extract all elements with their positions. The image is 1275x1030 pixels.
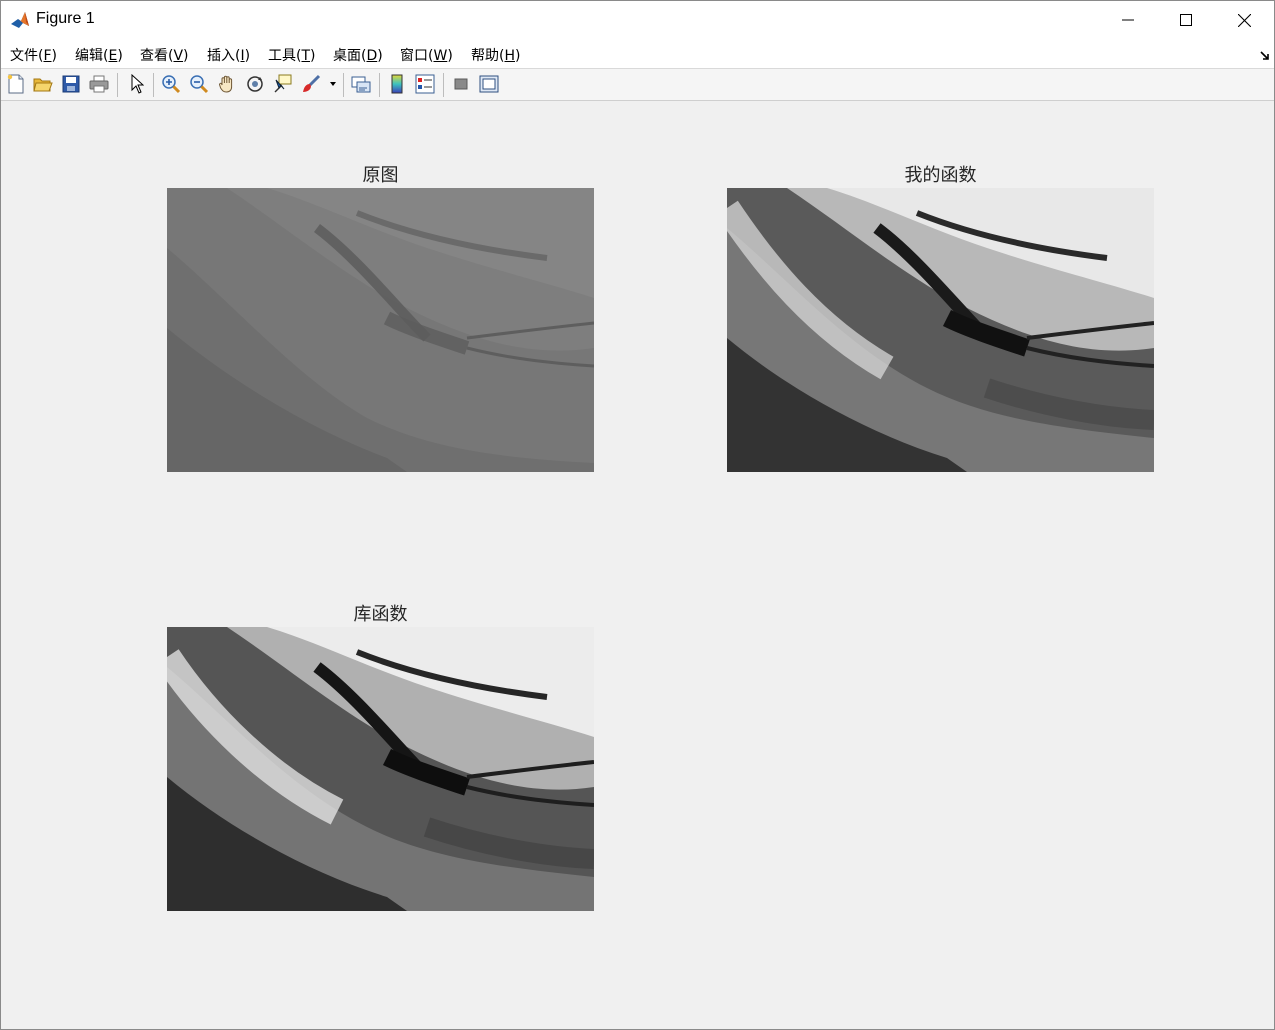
pan-hand-icon[interactable]	[216, 73, 238, 95]
colorbar-icon[interactable]	[386, 73, 408, 95]
new-figure-icon[interactable]	[5, 73, 27, 95]
toolbar-separator	[153, 73, 154, 97]
toolbar-separator	[343, 73, 344, 97]
hide-plot-tools-icon[interactable]	[450, 73, 472, 95]
toolbar-separator	[117, 73, 118, 97]
rotate-3d-icon[interactable]	[244, 73, 266, 95]
menu-help[interactable]: 帮助(H)	[471, 45, 520, 65]
menu-edit[interactable]: 编辑(E)	[75, 45, 123, 65]
close-icon	[1237, 13, 1251, 27]
menu-file[interactable]: 文件(F)	[10, 45, 57, 65]
menu-view[interactable]: 查看(V)	[140, 45, 189, 65]
open-file-icon[interactable]	[32, 73, 54, 95]
matlab-logo-icon	[10, 10, 30, 30]
image-my-function[interactable]	[727, 188, 1154, 472]
dock-arrow-icon[interactable]	[1260, 46, 1270, 65]
title-bar[interactable]: Figure 1	[1, 1, 1274, 39]
image-library-function[interactable]	[167, 627, 594, 911]
menu-tools[interactable]: 工具(T)	[268, 45, 316, 65]
maximize-button[interactable]	[1157, 1, 1215, 39]
print-icon[interactable]	[88, 73, 110, 95]
zoom-out-icon[interactable]	[188, 73, 210, 95]
select-arrow-icon[interactable]	[126, 73, 148, 95]
toolbar-separator	[379, 73, 380, 97]
maximize-icon	[1180, 14, 1192, 26]
brush-dropdown-icon[interactable]	[326, 73, 340, 95]
show-plot-tools-icon[interactable]	[478, 73, 500, 95]
figure-canvas[interactable]: 原图 我的函数 库函数	[1, 101, 1274, 1029]
minimize-button[interactable]	[1099, 1, 1157, 39]
minimize-icon	[1122, 19, 1134, 21]
menu-insert[interactable]: 插入(I)	[207, 45, 250, 65]
menu-window[interactable]: 窗口(W)	[400, 45, 453, 65]
brush-icon[interactable]	[300, 73, 322, 95]
figure-window: Figure 1 文件(F) 编辑(E) 查看(V) 插入(I) 工具(T) 桌…	[0, 0, 1275, 1030]
data-cursor-icon[interactable]	[272, 73, 294, 95]
link-plot-icon[interactable]	[350, 73, 372, 95]
axes-title-original: 原图	[362, 165, 399, 186]
figure-toolbar	[1, 69, 1274, 101]
save-icon[interactable]	[60, 73, 82, 95]
window-title: Figure 1	[36, 10, 95, 27]
menu-desktop[interactable]: 桌面(D)	[333, 45, 383, 65]
image-original[interactable]	[167, 188, 594, 472]
axes-title-library-function: 库函数	[353, 604, 408, 625]
zoom-in-icon[interactable]	[160, 73, 182, 95]
close-button[interactable]	[1215, 1, 1273, 39]
legend-icon[interactable]	[414, 73, 436, 95]
axes-title-my-function: 我的函数	[904, 165, 977, 186]
toolbar-separator	[443, 73, 444, 97]
menu-bar: 文件(F) 编辑(E) 查看(V) 插入(I) 工具(T) 桌面(D) 窗口(W…	[1, 39, 1274, 69]
